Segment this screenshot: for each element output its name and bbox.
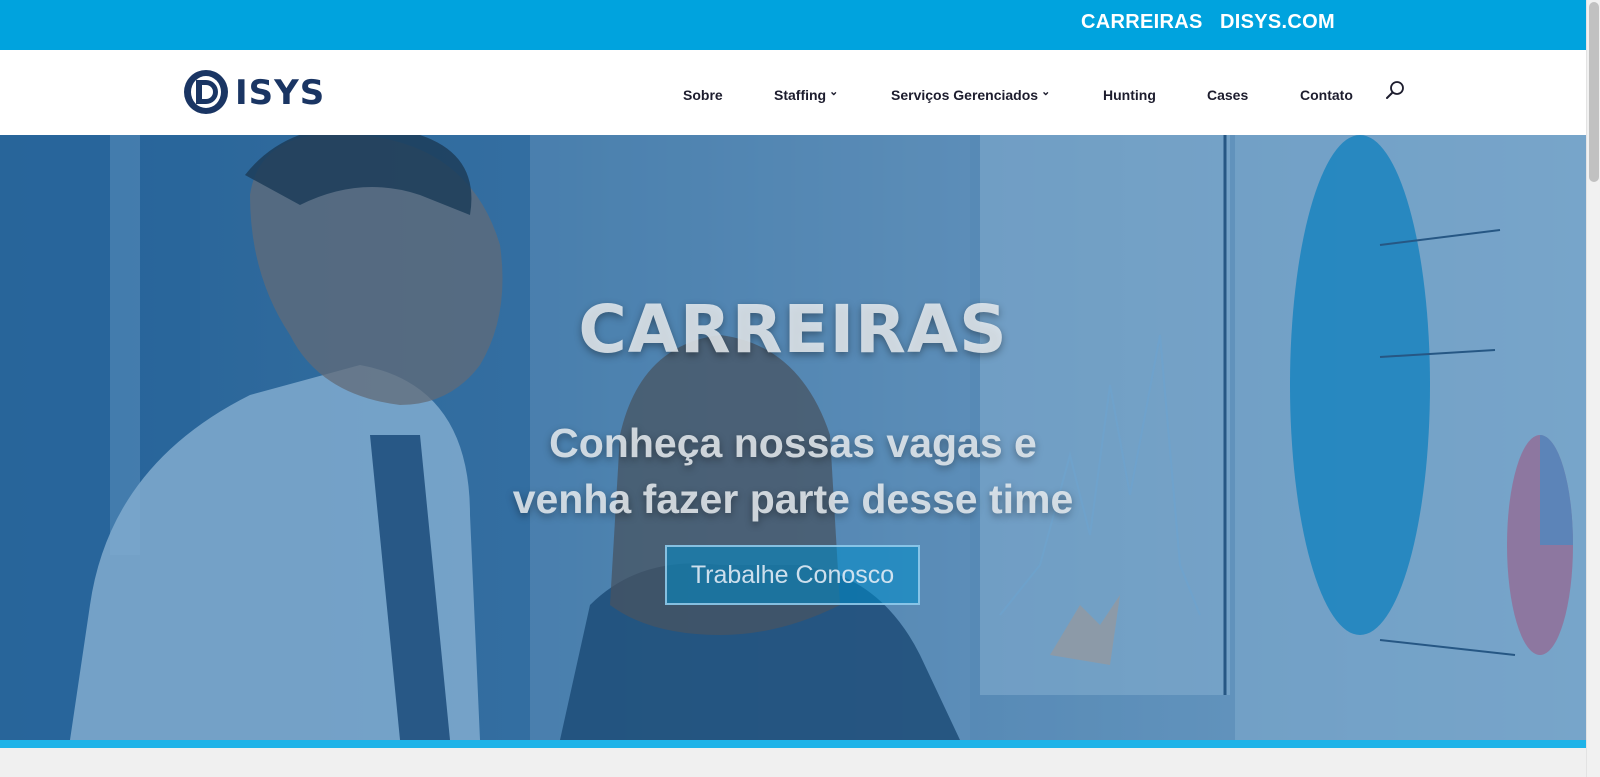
nav-hunting[interactable]: Hunting <box>1103 87 1156 103</box>
nav-servicos-label: Serviços Gerenciados <box>891 87 1039 103</box>
nav-contato-label: Contato <box>1300 87 1353 103</box>
section-divider <box>0 740 1586 748</box>
chevron-down-icon: ⌄ <box>1041 86 1051 98</box>
trabalhe-conosco-button[interactable]: Trabalhe Conosco <box>665 545 920 605</box>
hero-title: CARREIRAS <box>578 291 1008 368</box>
nav-sobre[interactable]: Sobre <box>683 87 723 103</box>
nav-sobre-label: Sobre <box>683 87 723 103</box>
nav-contato[interactable]: Contato <box>1300 87 1353 103</box>
search-icon[interactable] <box>1384 80 1406 102</box>
disys-logo[interactable]: ISYS <box>183 68 363 116</box>
nav-cases-label: Cases <box>1207 87 1249 103</box>
top-bar: CARREIRAS DISYS.COM <box>0 0 1586 50</box>
svg-text:ISYS: ISYS <box>235 73 325 113</box>
scrollbar-thumb[interactable] <box>1589 2 1599 182</box>
nav-hunting-label: Hunting <box>1103 87 1156 103</box>
disys-com-link[interactable]: DISYS.COM <box>1220 11 1335 34</box>
hero-subtitle-line-2: venha fazer parte desse time <box>512 476 1074 522</box>
page: CARREIRAS DISYS.COM ISYS Sobre Staffing ⌄… <box>0 0 1586 777</box>
site-header: ISYS Sobre Staffing ⌄ Serviços Gerenciado… <box>0 50 1586 135</box>
nav-servicos-gerenciados[interactable]: Serviços Gerenciados ⌄ <box>891 86 1051 103</box>
nav-staffing-label: Staffing <box>774 87 827 103</box>
hero-subtitle: Conheça nossas vagas e venha fazer parte… <box>0 415 1586 527</box>
nav-staffing[interactable]: Staffing ⌄ <box>774 86 839 103</box>
chevron-down-icon: ⌄ <box>829 86 839 98</box>
next-section <box>0 748 1586 777</box>
page-scrollbar[interactable] <box>1586 0 1600 777</box>
carreiras-link[interactable]: CARREIRAS <box>1081 11 1203 34</box>
nav-cases[interactable]: Cases <box>1207 87 1248 103</box>
hero-subtitle-line-1: Conheça nossas vagas e <box>549 420 1037 466</box>
hero-banner: CARREIRAS Conheça nossas vagas e venha f… <box>0 135 1586 740</box>
